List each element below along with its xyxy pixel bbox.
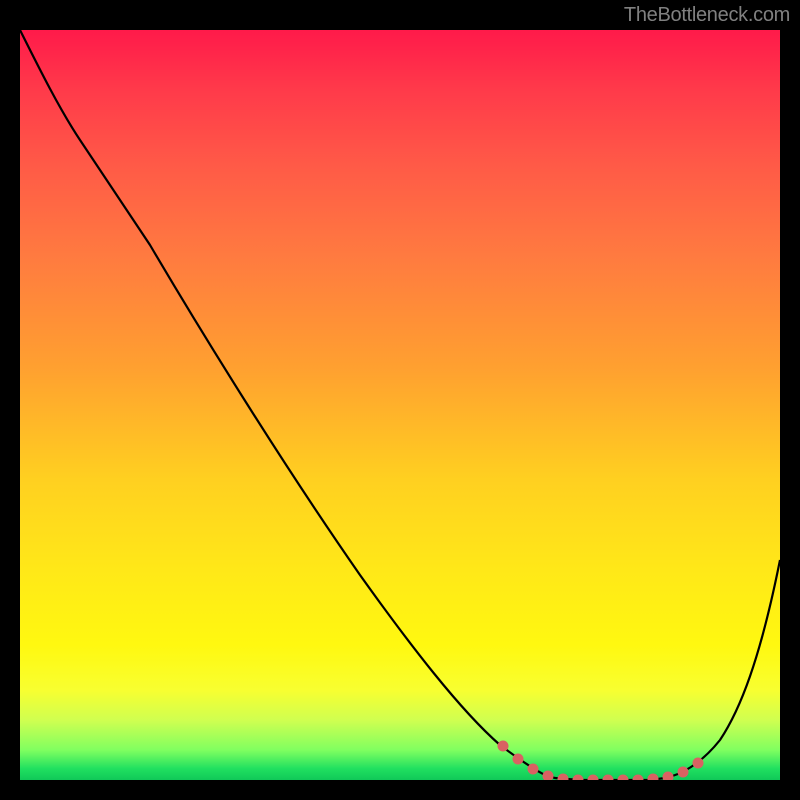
plot-area (20, 30, 780, 780)
chart-container: TheBottleneck.com (0, 0, 800, 800)
dotted-minimum (498, 741, 704, 781)
curve-layer (20, 30, 780, 780)
main-curve (20, 30, 780, 780)
watermark-text: TheBottleneck.com (624, 4, 790, 27)
